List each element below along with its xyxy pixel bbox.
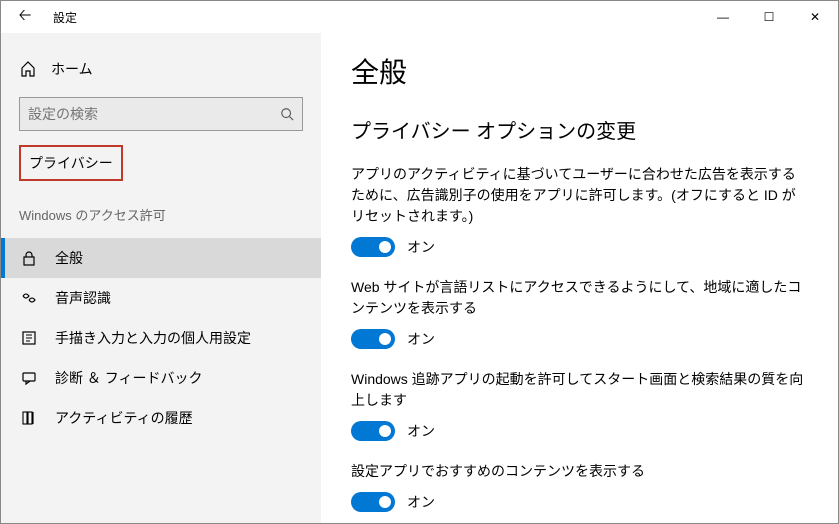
maximize-icon: ☐: [764, 10, 775, 24]
back-button[interactable]: 🡠: [1, 1, 49, 33]
sidebar-item-label: 音声認識: [55, 288, 111, 308]
option-language-list: Web サイトが言語リストにアクセスできるようにして、地域に適したコンテンツを表…: [351, 277, 808, 349]
lock-icon: [19, 250, 39, 266]
page-title: 全般: [351, 51, 808, 91]
section-label: Windows のアクセス許可: [1, 205, 321, 238]
sidebar-item-activity[interactable]: アクティビティの履歴: [1, 398, 321, 438]
option-suggested-content: 設定アプリでおすすめのコンテンツを表示する オン: [351, 461, 808, 512]
maximize-button[interactable]: ☐: [746, 1, 792, 33]
toggle-state: オン: [407, 421, 435, 441]
sidebar-item-general[interactable]: 全般: [1, 238, 321, 278]
toggle-state: オン: [407, 329, 435, 349]
home-label: ホーム: [51, 59, 93, 79]
inking-icon: [19, 330, 39, 346]
option-desc: アプリのアクティビティに基づいてユーザーに合わせた広告を表示するために、広告識別…: [351, 164, 808, 227]
sidebar: ホーム プライバシー Windows のアクセス許可 全般: [1, 33, 321, 523]
window-title: 設定: [49, 9, 77, 26]
option-desc: Web サイトが言語リストにアクセスできるようにして、地域に適したコンテンツを表…: [351, 277, 808, 319]
activity-icon: [19, 410, 39, 426]
sub-heading: プライバシー オプションの変更: [351, 115, 808, 144]
content-pane: 全般 プライバシー オプションの変更 アプリのアクティビティに基づいてユーザーに…: [321, 33, 838, 523]
option-app-launch-track: Windows 追跡アプリの起動を許可してスタート画面と検索結果の質を向上します…: [351, 369, 808, 441]
close-icon: ✕: [810, 10, 820, 24]
search-field[interactable]: [28, 106, 280, 122]
minimize-button[interactable]: ―: [700, 1, 746, 33]
toggle-state: オン: [407, 492, 435, 512]
home-button[interactable]: ホーム: [1, 51, 321, 97]
sidebar-item-inking[interactable]: 手描き入力と入力の個人用設定: [1, 318, 321, 358]
back-arrow-icon: 🡠: [19, 4, 32, 31]
search-input[interactable]: [19, 97, 303, 131]
toggle-language-list[interactable]: [351, 329, 395, 349]
option-desc: 設定アプリでおすすめのコンテンツを表示する: [351, 461, 808, 482]
toggle-state: オン: [407, 237, 435, 257]
toggle-suggested-content[interactable]: [351, 492, 395, 512]
toggle-advertising-id[interactable]: [351, 237, 395, 257]
titlebar: 🡠 設定 ― ☐ ✕: [1, 1, 838, 33]
sidebar-item-speech[interactable]: 音声認識: [1, 278, 321, 318]
search-icon: [280, 107, 294, 121]
sidebar-item-diagnostics[interactable]: 診断 ＆ フィードバック: [1, 358, 321, 398]
home-icon: [19, 61, 37, 77]
sidebar-item-label: 全般: [55, 248, 83, 268]
sidebar-item-label: アクティビティの履歴: [55, 408, 193, 428]
feedback-icon: [19, 370, 39, 386]
minimize-icon: ―: [717, 10, 729, 24]
toggle-app-launch-track[interactable]: [351, 421, 395, 441]
category-privacy[interactable]: プライバシー: [19, 145, 123, 181]
sidebar-item-label: 手描き入力と入力の個人用設定: [55, 328, 251, 348]
option-desc: Windows 追跡アプリの起動を許可してスタート画面と検索結果の質を向上します: [351, 369, 808, 411]
option-advertising-id: アプリのアクティビティに基づいてユーザーに合わせた広告を表示するために、広告識別…: [351, 164, 808, 257]
speech-icon: [19, 290, 39, 306]
sidebar-item-label: 診断 ＆ フィードバック: [55, 368, 203, 388]
close-button[interactable]: ✕: [792, 1, 838, 33]
